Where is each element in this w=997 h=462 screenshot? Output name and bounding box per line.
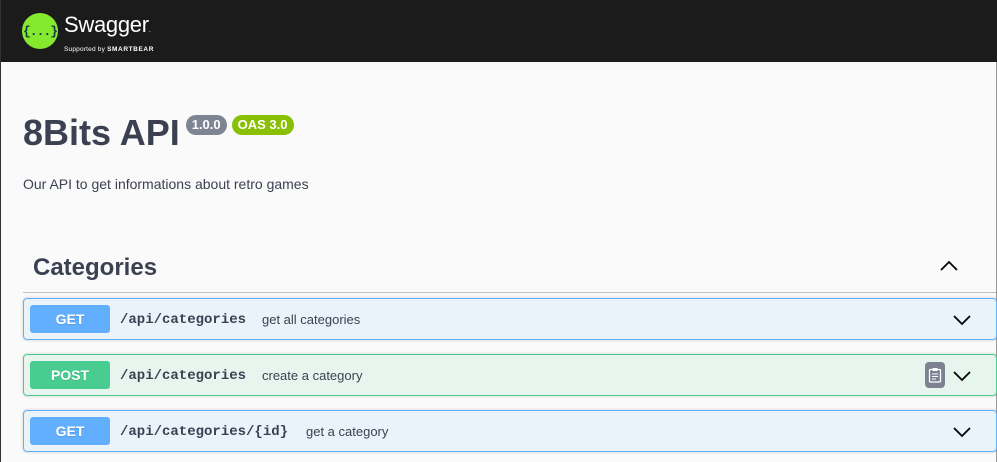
method-badge: GET bbox=[30, 305, 110, 333]
topbar: {...} Swagger. Supported by SMARTBEAR bbox=[1, 0, 997, 62]
operation-post-categories[interactable]: POST /api/categories create a category bbox=[23, 354, 997, 396]
operation-path: /api/categories bbox=[120, 312, 247, 328]
api-description: Our API to get informations about retro … bbox=[23, 176, 309, 192]
method-badge: GET bbox=[30, 417, 110, 445]
operation-path: /api/categories bbox=[120, 368, 247, 384]
clipboard-icon bbox=[928, 368, 942, 383]
swagger-logo-icon: {...} bbox=[22, 13, 58, 49]
chevron-down-icon[interactable] bbox=[952, 310, 972, 330]
brand-name: Swagger bbox=[64, 12, 149, 37]
chevron-up-icon[interactable] bbox=[939, 256, 959, 276]
copy-to-clipboard-button[interactable] bbox=[925, 362, 945, 388]
api-title: 8Bits API bbox=[23, 112, 180, 153]
supported-by-text: Supported by bbox=[64, 46, 108, 53]
brand-dot: . bbox=[148, 25, 151, 34]
api-title-row: 8Bits API 1.0.0 OAS 3.0 bbox=[23, 112, 294, 154]
chevron-down-icon[interactable] bbox=[952, 422, 972, 442]
operation-get-categories[interactable]: GET /api/categories get all categories bbox=[23, 298, 997, 340]
operation-path: /api/categories/{id} bbox=[120, 424, 289, 440]
chevron-down-icon[interactable] bbox=[952, 366, 972, 386]
version-badge: 1.0.0 bbox=[185, 115, 227, 135]
oas-badge: OAS 3.0 bbox=[231, 115, 294, 135]
tag-title: Categories bbox=[33, 254, 158, 281]
swagger-logo[interactable]: {...} Swagger. Supported by SMARTBEAR bbox=[22, 13, 154, 54]
operation-summary: get a category bbox=[306, 424, 389, 439]
operation-summary: create a category bbox=[262, 368, 363, 383]
tag-header-categories[interactable]: Categories bbox=[23, 246, 997, 293]
smartbear-brand: SMARTBEAR bbox=[107, 46, 155, 53]
operation-summary: get all categories bbox=[262, 312, 361, 327]
operation-get-category-by-id[interactable]: GET /api/categories/{id} get a category bbox=[23, 410, 997, 452]
method-badge: POST bbox=[30, 361, 110, 389]
